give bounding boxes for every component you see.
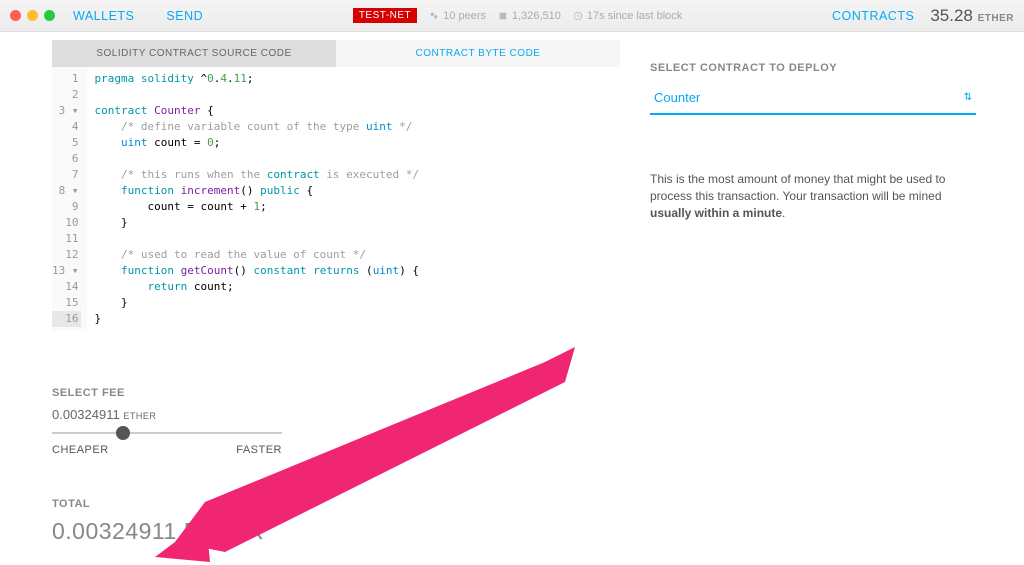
code-editor[interactable]: 123 ▾45678 ▾910111213 ▾141516 pragma sol… [52,67,620,331]
testnet-badge: TEST-NET [353,8,417,23]
code-line[interactable]: } [95,295,420,311]
fee-value: 0.00324911 ETHER [52,407,620,422]
balance: 35.28 ETHER [930,6,1014,26]
nav-center: TEST-NET 10 peers 1,326,510 17s since la… [203,8,832,23]
fee-description: This is the most amount of money that mi… [650,171,976,222]
minimize-window-icon[interactable] [27,10,38,21]
line-number: 5 [52,135,81,151]
line-number: 2 [52,87,81,103]
code-line[interactable] [95,231,420,247]
contract-dropdown[interactable]: Counter ⇅ [650,82,976,115]
peers-stat: 10 peers [429,10,486,22]
line-number: 15 [52,295,81,311]
nav-wallets[interactable]: WALLETS [73,9,134,23]
window-controls [10,10,55,21]
code-line[interactable]: /* used to read the value of count */ [95,247,420,263]
fee-section: SELECT FEE 0.00324911 ETHER CHEAPER FAST… [52,387,620,456]
line-number: 11 [52,231,81,247]
block-stat: 1,326,510 [498,10,561,22]
total-label: TOTAL [52,498,620,510]
code-line[interactable]: function increment() public { [95,183,420,199]
code-line[interactable] [95,151,420,167]
code-tabs: SOLIDITY CONTRACT SOURCE CODE CONTRACT B… [52,40,620,67]
maximize-window-icon[interactable] [44,10,55,21]
line-number: 3 ▾ [52,103,81,119]
contract-selected: Counter [654,90,700,105]
total-value: 0.00324911 ETHER [52,518,620,545]
code-line[interactable]: /* define variable count of the type uin… [95,119,420,135]
line-number: 4 [52,119,81,135]
slider-label-cheaper: CHEAPER [52,444,109,456]
code-line[interactable]: function getCount() constant returns (ui… [95,263,420,279]
line-number: 6 [52,151,81,167]
tab-source-code[interactable]: SOLIDITY CONTRACT SOURCE CODE [52,40,336,67]
line-number: 10 [52,215,81,231]
fee-label: SELECT FEE [52,387,620,399]
clock-icon [573,11,583,21]
topbar: WALLETS SEND TEST-NET 10 peers 1,326,510… [0,0,1024,32]
code-line[interactable]: return count; [95,279,420,295]
code-line[interactable]: contract Counter { [95,103,420,119]
code-line[interactable]: } [95,311,420,327]
code-line[interactable]: uint count = 0; [95,135,420,151]
line-number: 14 [52,279,81,295]
slider-label-faster: FASTER [236,444,282,456]
nav-contracts[interactable]: CONTRACTS [832,9,914,23]
peers-icon [429,11,439,21]
line-number: 9 [52,199,81,215]
select-contract-label: SELECT CONTRACT TO DEPLOY [650,62,976,74]
block-icon [498,11,508,21]
code-line[interactable]: /* this runs when the contract is execut… [95,167,420,183]
code-line[interactable]: count = count + 1; [95,199,420,215]
line-number: 8 ▾ [52,183,81,199]
code-line[interactable]: pragma solidity ^0.4.11; [95,71,420,87]
fee-slider[interactable]: CHEAPER FASTER [52,432,282,456]
nav-send[interactable]: SEND [166,9,203,23]
line-number: 1 [52,71,81,87]
line-number: 7 [52,167,81,183]
code-line[interactable] [95,87,420,103]
chevron-updown-icon: ⇅ [964,92,972,103]
code-line[interactable]: } [95,215,420,231]
line-number: 16 [52,311,81,327]
select-contract-section: SELECT CONTRACT TO DEPLOY Counter ⇅ [650,62,976,115]
time-stat: 17s since last block [573,10,682,22]
line-number: 12 [52,247,81,263]
line-number: 13 ▾ [52,263,81,279]
close-window-icon[interactable] [10,10,21,21]
slider-thumb[interactable] [116,426,130,440]
tab-bytecode[interactable]: CONTRACT BYTE CODE [336,40,620,67]
total-section: TOTAL 0.00324911 ETHER [52,498,620,545]
